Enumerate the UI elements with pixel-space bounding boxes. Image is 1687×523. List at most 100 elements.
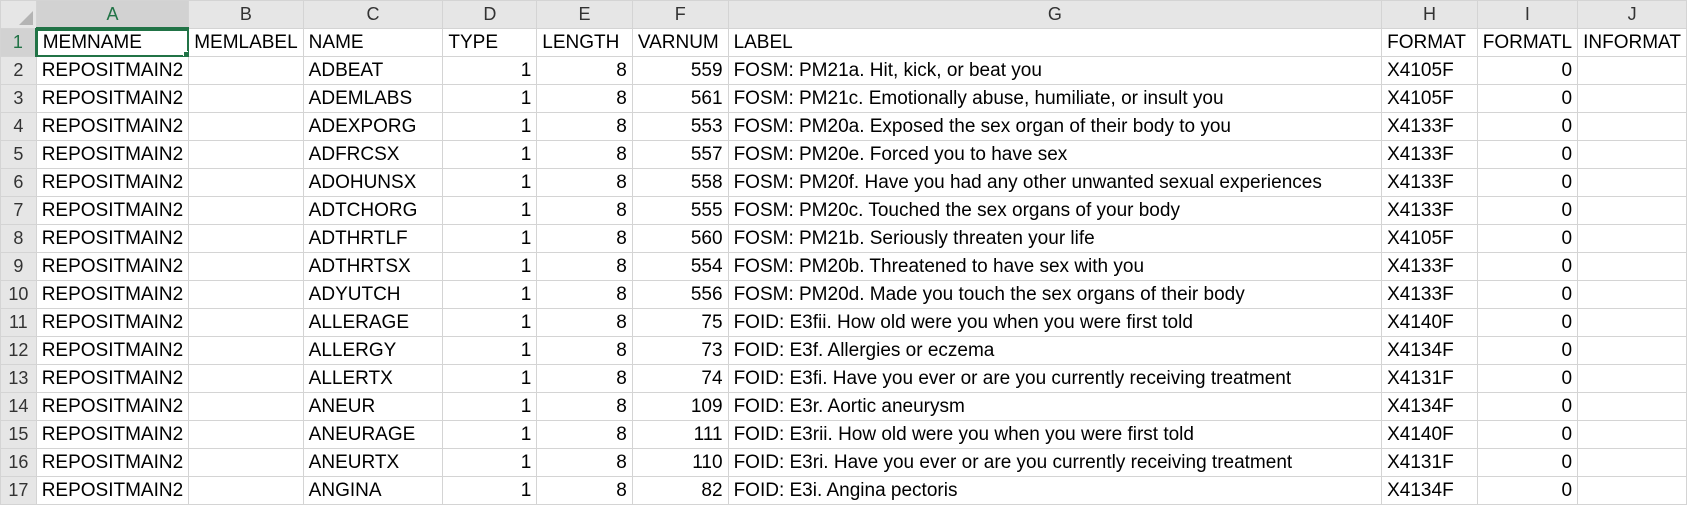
cell-e8[interactable]: 8 bbox=[536, 224, 633, 253]
cell-j1[interactable]: INFORMAT bbox=[1577, 28, 1687, 57]
cell-b15[interactable] bbox=[188, 420, 304, 449]
cell-i6[interactable]: 0 bbox=[1476, 168, 1579, 197]
cell-g6[interactable]: FOSM: PM20f. Have you had any other unwa… bbox=[727, 168, 1383, 197]
column-header-e[interactable]: E bbox=[536, 0, 633, 29]
cell-a6[interactable]: REPOSITMAIN2 bbox=[35, 168, 190, 197]
cell-j10[interactable] bbox=[1577, 280, 1687, 309]
cell-a11[interactable]: REPOSITMAIN2 bbox=[35, 308, 190, 337]
cell-c11[interactable]: ALLERAGE bbox=[302, 308, 444, 337]
row-header[interactable]: 13 bbox=[0, 364, 37, 393]
cell-h12[interactable]: X4134F bbox=[1381, 336, 1478, 365]
row-header[interactable]: 17 bbox=[0, 476, 37, 505]
cell-c1[interactable]: NAME bbox=[302, 28, 444, 57]
cell-i14[interactable]: 0 bbox=[1476, 392, 1579, 421]
cell-c17[interactable]: ANGINA bbox=[302, 476, 444, 505]
cell-e16[interactable]: 8 bbox=[536, 448, 633, 477]
cell-i3[interactable]: 0 bbox=[1476, 84, 1579, 113]
row-header[interactable]: 7 bbox=[0, 196, 37, 225]
cell-f8[interactable]: 560 bbox=[631, 224, 729, 253]
cell-g2[interactable]: FOSM: PM21a. Hit, kick, or beat you bbox=[727, 56, 1383, 85]
column-header-j[interactable]: J bbox=[1577, 0, 1687, 29]
cell-b3[interactable] bbox=[188, 84, 304, 113]
cell-c14[interactable]: ANEUR bbox=[302, 392, 444, 421]
cell-d2[interactable]: 1 bbox=[442, 56, 538, 85]
cell-e15[interactable]: 8 bbox=[536, 420, 633, 449]
cell-g10[interactable]: FOSM: PM20d. Made you touch the sex orga… bbox=[727, 280, 1383, 309]
cell-h7[interactable]: X4133F bbox=[1381, 196, 1478, 225]
cell-j5[interactable] bbox=[1577, 140, 1687, 169]
cell-j13[interactable] bbox=[1577, 364, 1687, 393]
cell-d17[interactable]: 1 bbox=[442, 476, 538, 505]
cell-f5[interactable]: 557 bbox=[631, 140, 729, 169]
cell-d11[interactable]: 1 bbox=[442, 308, 538, 337]
cell-i1[interactable]: FORMATL bbox=[1476, 28, 1579, 57]
cell-c12[interactable]: ALLERGY bbox=[302, 336, 444, 365]
cell-a15[interactable]: REPOSITMAIN2 bbox=[35, 420, 190, 449]
cell-b9[interactable] bbox=[188, 252, 304, 281]
cell-a2[interactable]: REPOSITMAIN2 bbox=[35, 56, 190, 85]
cell-d12[interactable]: 1 bbox=[442, 336, 538, 365]
cell-d9[interactable]: 1 bbox=[442, 252, 538, 281]
cell-b13[interactable] bbox=[188, 364, 304, 393]
cell-j7[interactable] bbox=[1577, 196, 1687, 225]
cell-c16[interactable]: ANEURTX bbox=[302, 448, 444, 477]
cell-h1[interactable]: FORMAT bbox=[1381, 28, 1478, 57]
cell-b2[interactable] bbox=[188, 56, 304, 85]
cell-e11[interactable]: 8 bbox=[536, 308, 633, 337]
cell-i4[interactable]: 0 bbox=[1476, 112, 1579, 141]
cell-g8[interactable]: FOSM: PM21b. Seriously threaten your lif… bbox=[727, 224, 1383, 253]
row-header[interactable]: 6 bbox=[0, 168, 37, 197]
cell-i15[interactable]: 0 bbox=[1476, 420, 1579, 449]
cell-i5[interactable]: 0 bbox=[1476, 140, 1579, 169]
row-header[interactable]: 4 bbox=[0, 112, 37, 141]
cell-j14[interactable] bbox=[1577, 392, 1687, 421]
cell-f13[interactable]: 74 bbox=[631, 364, 729, 393]
cell-f14[interactable]: 109 bbox=[631, 392, 729, 421]
row-header[interactable]: 1 bbox=[0, 28, 38, 57]
cell-a14[interactable]: REPOSITMAIN2 bbox=[35, 392, 190, 421]
select-all-corner[interactable] bbox=[0, 0, 37, 29]
cell-d14[interactable]: 1 bbox=[442, 392, 538, 421]
cell-e3[interactable]: 8 bbox=[536, 84, 633, 113]
cell-d15[interactable]: 1 bbox=[442, 420, 538, 449]
cell-b8[interactable] bbox=[188, 224, 304, 253]
cell-i9[interactable]: 0 bbox=[1476, 252, 1579, 281]
cell-b5[interactable] bbox=[188, 140, 304, 169]
cell-h10[interactable]: X4133F bbox=[1381, 280, 1478, 309]
cell-b10[interactable] bbox=[188, 280, 304, 309]
cell-g13[interactable]: FOID: E3fi. Have you ever or are you cur… bbox=[727, 364, 1383, 393]
cell-d4[interactable]: 1 bbox=[442, 112, 538, 141]
cell-g4[interactable]: FOSM: PM20a. Exposed the sex organ of th… bbox=[727, 112, 1383, 141]
column-header-i[interactable]: I bbox=[1476, 0, 1579, 29]
cell-a16[interactable]: REPOSITMAIN2 bbox=[35, 448, 190, 477]
cell-a8[interactable]: REPOSITMAIN2 bbox=[35, 224, 190, 253]
cell-g1[interactable]: LABEL bbox=[727, 28, 1383, 57]
column-header-a[interactable]: A bbox=[35, 0, 190, 30]
cell-f11[interactable]: 75 bbox=[631, 308, 729, 337]
cell-i8[interactable]: 0 bbox=[1476, 224, 1579, 253]
row-header[interactable]: 5 bbox=[0, 140, 37, 169]
row-header[interactable]: 16 bbox=[0, 448, 37, 477]
cell-f2[interactable]: 559 bbox=[631, 56, 729, 85]
column-header-b[interactable]: B bbox=[188, 0, 304, 29]
cell-e14[interactable]: 8 bbox=[536, 392, 633, 421]
cell-c2[interactable]: ADBEAT bbox=[302, 56, 444, 85]
cell-h14[interactable]: X4134F bbox=[1381, 392, 1478, 421]
cell-a12[interactable]: REPOSITMAIN2 bbox=[35, 336, 190, 365]
cell-e13[interactable]: 8 bbox=[536, 364, 633, 393]
column-header-f[interactable]: F bbox=[631, 0, 729, 29]
column-header-d[interactable]: D bbox=[442, 0, 538, 29]
row-header[interactable]: 3 bbox=[0, 84, 37, 113]
cell-d3[interactable]: 1 bbox=[442, 84, 538, 113]
cell-f3[interactable]: 561 bbox=[631, 84, 729, 113]
cell-c5[interactable]: ADFRCSX bbox=[302, 140, 444, 169]
cell-d13[interactable]: 1 bbox=[442, 364, 538, 393]
cell-j3[interactable] bbox=[1577, 84, 1687, 113]
cell-h13[interactable]: X4131F bbox=[1381, 364, 1478, 393]
cell-c9[interactable]: ADTHRTSX bbox=[302, 252, 444, 281]
cell-g9[interactable]: FOSM: PM20b. Threatened to have sex with… bbox=[727, 252, 1383, 281]
row-header[interactable]: 10 bbox=[0, 280, 37, 309]
cell-d5[interactable]: 1 bbox=[442, 140, 538, 169]
cell-b17[interactable] bbox=[188, 476, 304, 505]
cell-j16[interactable] bbox=[1577, 448, 1687, 477]
